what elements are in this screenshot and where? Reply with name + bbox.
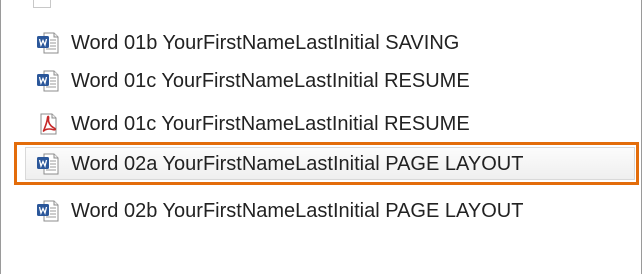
explorer-file-list-window: { "files": [ { "name": "Word 01b YourFir… (0, 0, 642, 274)
file-list: Word 01b YourFirstNameLastInitial SAVING… (0, 0, 642, 274)
word-document-icon (37, 32, 59, 54)
file-name: Word 01b YourFirstNameLastInitial SAVING (71, 32, 460, 54)
pdf-document-icon (40, 113, 57, 135)
file-name: Word 01c YourFirstNameLastInitial RESUME (71, 70, 470, 92)
file-name: Word 02a YourFirstNameLastInitial PAGE L… (71, 153, 524, 175)
word-document-icon (37, 70, 59, 92)
file-row[interactable]: Word 01b YourFirstNameLastInitial SAVING (31, 24, 591, 62)
file-row[interactable]: Word 01c YourFirstNameLastInitial RESUME (31, 62, 591, 100)
file-row[interactable]: Word 02b YourFirstNameLastInitial PAGE L… (31, 192, 591, 230)
word-document-icon (37, 153, 59, 175)
file-row-selected[interactable]: Word 02a YourFirstNameLastInitial PAGE L… (31, 145, 591, 183)
word-document-icon (37, 200, 59, 222)
file-row[interactable]: Word 01c YourFirstNameLastInitial RESUME (31, 105, 591, 143)
file-name: Word 01c YourFirstNameLastInitial RESUME (71, 113, 470, 135)
file-name: Word 02b YourFirstNameLastInitial PAGE L… (71, 200, 524, 222)
